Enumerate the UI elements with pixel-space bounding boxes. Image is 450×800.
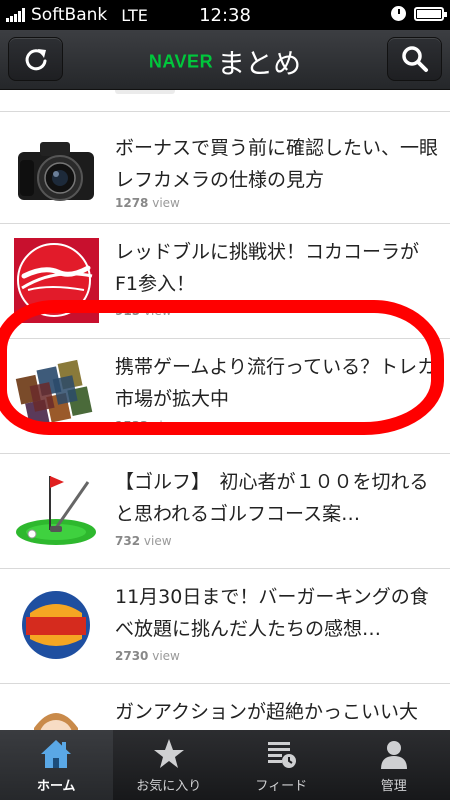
burger-king-logo-icon bbox=[14, 583, 99, 668]
previous-item-fragment bbox=[0, 90, 450, 112]
status-bar: SoftBank LTE 12:38 bbox=[0, 0, 450, 30]
article-title[interactable]: レッドブルに挑戦状！コカコーラがF1参入！ bbox=[115, 236, 438, 300]
tab-label: お気に入り bbox=[136, 779, 202, 794]
view-unit: view bbox=[143, 304, 172, 318]
status-time: 12:38 bbox=[199, 5, 251, 26]
home-icon bbox=[41, 740, 72, 768]
thumbnail-anime bbox=[14, 698, 99, 730]
thumbnail-trading-cards bbox=[14, 353, 99, 438]
view-count: 2730 view bbox=[115, 649, 180, 663]
trading-cards-icon bbox=[14, 353, 99, 438]
search-button[interactable] bbox=[387, 37, 442, 81]
article-list[interactable]: ボーナスで買う前に確認したい、一眼レフカメラの仕様の見方 1278 view レ… bbox=[0, 90, 450, 730]
status-right bbox=[391, 6, 447, 21]
view-unit: view bbox=[152, 419, 180, 433]
alarm-clock-icon bbox=[391, 6, 406, 21]
article-title[interactable]: 携帯ゲームより流行っている？トレカ市場が拡大中 bbox=[115, 351, 438, 415]
golf-icon bbox=[14, 468, 99, 553]
view-unit: view bbox=[143, 534, 172, 548]
view-unit: view bbox=[152, 196, 180, 210]
tab-label: ホーム bbox=[36, 779, 76, 794]
article-title[interactable]: 11月30日まで！バーガーキングの食べ放題に挑んだ人たちの感想… bbox=[115, 581, 438, 645]
search-icon bbox=[401, 46, 428, 72]
view-number: 1278 bbox=[115, 196, 149, 210]
view-number: 732 bbox=[115, 534, 141, 548]
battery-icon bbox=[414, 6, 447, 21]
view-number: 1533 bbox=[115, 419, 149, 433]
camera-icon bbox=[14, 130, 99, 215]
article-item-gun-action[interactable]: ガンアクションが超絶かっこいい大 bbox=[0, 684, 450, 730]
view-count: 1278 view bbox=[115, 196, 180, 210]
article-item-trading-cards[interactable]: 携帯ゲームより流行っている？トレカ市場が拡大中 1533 view bbox=[0, 339, 450, 454]
article-title[interactable]: ボーナスで買う前に確認したい、一眼レフカメラの仕様の見方 bbox=[115, 132, 438, 196]
anime-character-icon bbox=[14, 698, 99, 730]
article-item-coca-cola[interactable]: レッドブルに挑戦状！コカコーラがF1参入！ 915 view bbox=[0, 224, 450, 339]
coca-cola-logo-icon bbox=[14, 238, 99, 323]
thumbnail-burger-king bbox=[14, 583, 99, 668]
brand-naver: NAVER bbox=[148, 51, 214, 72]
article-title[interactable]: 【ゴルフ】 初心者が１００を切れると思われるゴルフコース案… bbox=[115, 466, 438, 530]
thumbnail-coca-cola bbox=[14, 238, 99, 323]
brand-title: まとめ bbox=[217, 47, 302, 80]
app-header: NAVER まとめ bbox=[0, 30, 450, 90]
article-item-camera[interactable]: ボーナスで買う前に確認したい、一眼レフカメラの仕様の見方 1278 view bbox=[0, 112, 450, 224]
tab-feed[interactable]: フィード bbox=[225, 730, 338, 800]
tab-label: フィード bbox=[255, 779, 308, 794]
person-icon bbox=[380, 741, 407, 769]
article-item-burger-king[interactable]: 11月30日まで！バーガーキングの食べ放題に挑んだ人たちの感想… 2730 vi… bbox=[0, 569, 450, 684]
brand-logo: NAVER まとめ bbox=[0, 42, 450, 82]
tab-manage[interactable]: 管理 bbox=[338, 730, 450, 800]
view-count: 732 view bbox=[115, 534, 172, 548]
tab-bar: ホーム お気に入り フィード 管理 bbox=[0, 730, 450, 800]
article-title[interactable]: ガンアクションが超絶かっこいい大 bbox=[115, 696, 438, 728]
view-number: 915 bbox=[115, 304, 141, 318]
star-icon bbox=[153, 739, 184, 768]
thumbnail-camera bbox=[14, 130, 99, 215]
thumbnail-golf bbox=[14, 468, 99, 553]
view-unit: view bbox=[152, 649, 180, 663]
feed-icon bbox=[268, 742, 297, 768]
view-count: 915 view bbox=[115, 304, 172, 318]
tab-label: 管理 bbox=[380, 779, 407, 794]
view-number: 2730 bbox=[115, 649, 149, 663]
tab-favorites[interactable]: お気に入り bbox=[113, 730, 226, 800]
tab-home[interactable]: ホーム bbox=[0, 730, 113, 800]
article-item-golf[interactable]: 【ゴルフ】 初心者が１００を切れると思われるゴルフコース案… 732 view bbox=[0, 454, 450, 569]
view-count: 1533 view bbox=[115, 419, 180, 433]
